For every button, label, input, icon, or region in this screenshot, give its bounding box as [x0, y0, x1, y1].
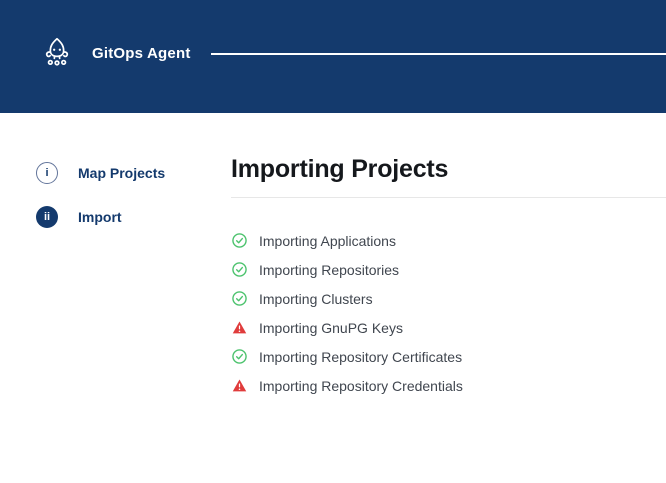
header-divider-line: [211, 53, 666, 55]
success-check-icon: [231, 233, 247, 249]
list-item: Importing Repository Credentials: [231, 377, 666, 394]
brand-title: GitOps Agent: [92, 45, 191, 62]
list-item: Importing Applications: [231, 232, 666, 249]
sidebar-step-map-projects[interactable]: i Map Projects: [36, 162, 231, 184]
warning-triangle-icon: [231, 320, 247, 336]
header-inner: GitOps Agent: [38, 34, 666, 74]
title-divider: [231, 197, 666, 198]
list-item: Importing Repository Certificates: [231, 348, 666, 365]
list-item: Importing Clusters: [231, 290, 666, 307]
list-item: Importing GnuPG Keys: [231, 319, 666, 336]
status-label: Importing Clusters: [259, 291, 373, 307]
step-1-label: Map Projects: [78, 165, 165, 181]
app: GitOps Agent i Map Projects ii Import Im…: [0, 0, 666, 483]
status-label: Importing Repository Credentials: [259, 378, 463, 394]
app-header: GitOps Agent: [0, 0, 666, 113]
main-panel: Importing Projects Importing Application…: [231, 113, 666, 483]
import-status-list: Importing Applications Importing Reposito…: [231, 232, 666, 394]
status-label: Importing Repository Certificates: [259, 349, 462, 365]
success-check-icon: [231, 349, 247, 365]
status-label: Importing GnuPG Keys: [259, 320, 403, 336]
step-1-indicator: i: [36, 162, 58, 184]
wizard-steps-nav: i Map Projects ii Import: [0, 113, 231, 483]
list-item: Importing Repositories: [231, 261, 666, 278]
step-2-indicator: ii: [36, 206, 58, 228]
warning-triangle-icon: [231, 378, 247, 394]
octopus-logo-icon: [38, 34, 76, 74]
step-2-label: Import: [78, 209, 122, 225]
page-title: Importing Projects: [231, 155, 666, 183]
content-area: i Map Projects ii Import Importing Proje…: [0, 113, 666, 483]
status-label: Importing Applications: [259, 233, 396, 249]
success-check-icon: [231, 262, 247, 278]
status-label: Importing Repositories: [259, 262, 399, 278]
success-check-icon: [231, 291, 247, 307]
sidebar-step-import[interactable]: ii Import: [36, 206, 231, 228]
